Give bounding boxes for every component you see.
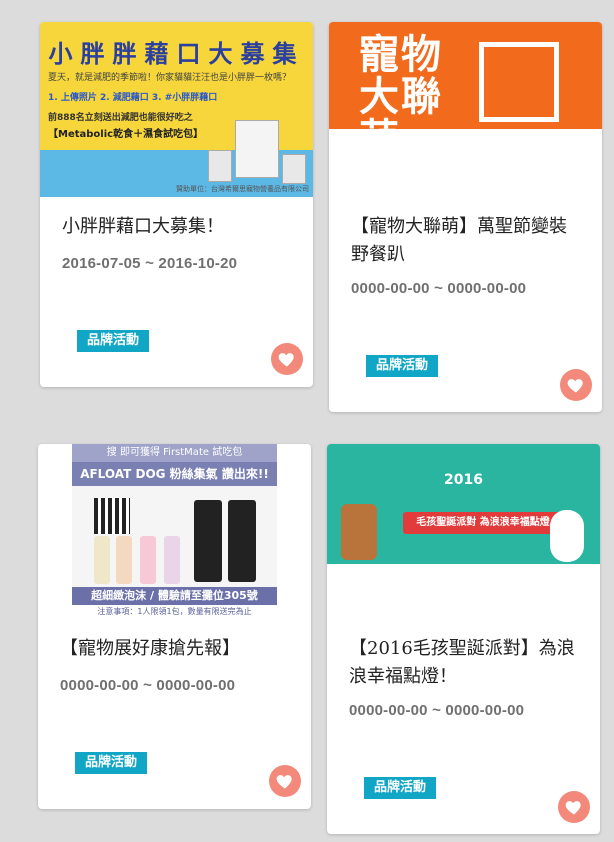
event-title[interactable]: 小胖胖藉口大募集！ [62,213,297,241]
banner-footer: 贊助單位：台灣希爾思寵物營養品有限公司 [176,185,309,193]
qr-code [94,498,130,534]
event-card[interactable]: 搜 即可獲得 FirstMate 試吃包 AFLOAT DOG 粉絲集氣 讚出來… [38,444,311,809]
banner-headline: 小胖胖藉口大募集 [48,40,305,68]
product-bottle [116,536,132,584]
banner-promo: 前888名立刻送出減肥也能很好吃之 [48,113,193,123]
heart-icon [276,775,292,789]
event-card[interactable]: 小胖胖藉口大募集 夏天，就是減肥的季節啦！你家貓貓汪汪也是小胖胖一枚嗎？ 1. … [40,22,313,387]
product-can [208,150,232,182]
banner-year: 2016 [444,472,483,488]
event-title[interactable]: 【寵物展好康搶先報】 [60,635,295,663]
snowman-illustration [550,510,584,562]
category-tag: 品牌活動 [75,752,148,774]
banner-steps: 1. 上傳照片 2. 減肥藉口 3. #小胖胖藉口 [48,93,218,103]
product-bottle [94,536,110,584]
event-banner-image[interactable]: 2016 毛孩聖誕派對 為浪浪幸福點燈 [327,444,600,592]
heart-icon [567,379,583,393]
event-title[interactable]: 【寵物大聯萌】萬聖節變裝野餐趴 [351,213,583,269]
event-banner-image[interactable]: 寵物大聯萌 [329,22,602,129]
category-tag: 品牌活動 [364,777,437,799]
event-card[interactable]: 2016 毛孩聖誕派對 為浪浪幸福點燈 【2016毛孩聖誕派對】為浪浪幸福點燈！… [327,444,600,834]
sponsor-logos [327,564,600,592]
favorite-button[interactable] [271,343,303,375]
product-bag [235,120,279,178]
banner-headline: 寵物大聯萌 [359,31,443,130]
favorite-button[interactable] [560,369,592,401]
favorite-button[interactable] [269,765,301,797]
event-title[interactable]: 【2016毛孩聖誕派對】為浪浪幸福點燈！ [349,635,589,691]
banner-bar: AFLOAT DOG 粉絲集氣 讚出來!! [72,462,277,486]
product-bottle [164,536,180,584]
banner-subline: 夏天，就是減肥的季節啦！你家貓貓汪汪也是小胖胖一枚嗎？ [48,73,292,83]
favorite-button[interactable] [558,791,590,823]
reindeer-illustration [341,504,377,560]
banner-ribbon: 毛孩聖誕派對 為浪浪幸福點燈 [403,512,563,534]
event-dates: 0000-00-00 ~ 0000-00-00 [60,677,236,694]
heart-icon [278,353,294,367]
product-bottle [228,500,256,582]
product-bottle [194,500,222,582]
product-bottle [140,536,156,584]
banner-bottom-line: 超細緻泡沫 / 體驗請至攤位305號 [72,587,277,605]
event-dates: 0000-00-00 ~ 0000-00-00 [349,702,525,719]
event-banner-image[interactable]: 小胖胖藉口大募集 夏天，就是減肥的季節啦！你家貓貓汪汪也是小胖胖一枚嗎？ 1. … [40,22,313,197]
category-tag: 品牌活動 [366,355,439,377]
event-dates: 0000-00-00 ~ 0000-00-00 [351,280,527,297]
banner-note: 注意事項：1人限領1包，數量有限送完為止 [72,605,277,619]
banner-top-line: 搜 即可獲得 FirstMate 試吃包 [72,444,277,462]
banner-pack: 【Metabolic乾食＋濕食試吃包】 [48,129,204,140]
product-can [282,154,306,184]
event-banner-image[interactable]: 搜 即可獲得 FirstMate 試吃包 AFLOAT DOG 粉絲集氣 讚出來… [72,444,277,619]
event-card[interactable]: 寵物大聯萌 【寵物大聯萌】萬聖節變裝野餐趴 0000-00-00 ~ 0000-… [329,22,602,412]
heart-icon [565,801,581,815]
event-dates: 2016-07-05 ~ 2016-10-20 [62,255,238,272]
category-tag: 品牌活動 [77,330,150,352]
banner-graphic [479,42,559,122]
